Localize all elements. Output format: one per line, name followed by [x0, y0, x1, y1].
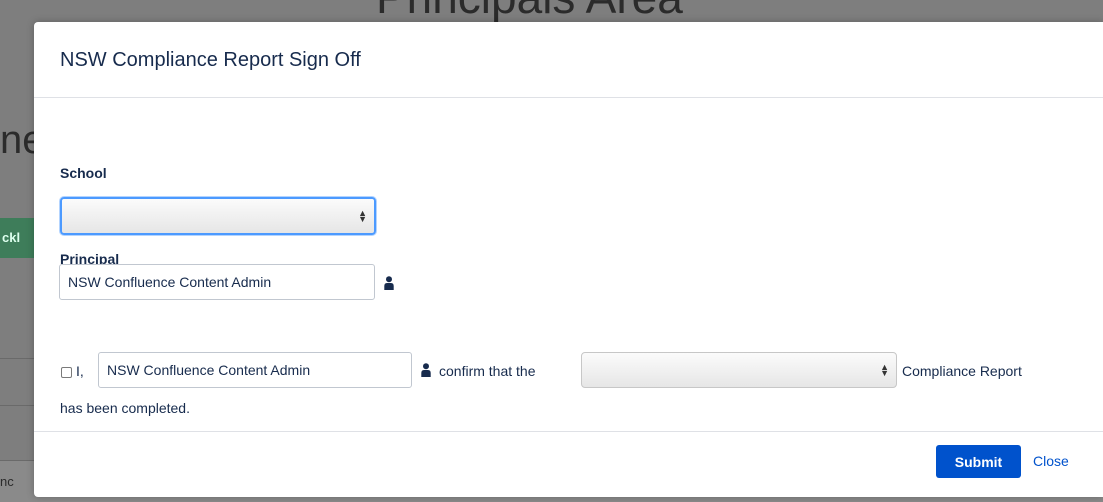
confirm-checkbox[interactable] [61, 367, 72, 378]
principal-field[interactable]: NSW Confluence Content Admin [59, 264, 375, 300]
school-label: School [60, 165, 107, 181]
user-icon[interactable] [421, 363, 431, 377]
submit-button[interactable]: Submit [936, 445, 1021, 478]
dialog-footer: Submit Close [34, 431, 1103, 497]
dialog-body: School ▲ ▼ Principal NSW Confluence Conte… [34, 98, 1103, 432]
confirm-prefix: I, [76, 363, 84, 379]
confirm-name-field[interactable]: NSW Confluence Content Admin [98, 352, 412, 388]
dialog-title: NSW Compliance Report Sign Off [60, 49, 361, 71]
school-select[interactable]: ▲ ▼ [60, 197, 376, 235]
dialog-header: NSW Compliance Report Sign Off [34, 22, 1103, 98]
sign-off-dialog: NSW Compliance Report Sign Off School ▲ ▼… [34, 22, 1103, 497]
confirm-suffix-text: Compliance Report [902, 363, 1022, 379]
user-icon[interactable] [384, 276, 394, 290]
confirm-line2-text: has been completed. [60, 400, 190, 416]
select-caret-icon: ▲ ▼ [358, 208, 367, 224]
background-divider [0, 405, 34, 406]
background-green-button: ckl [0, 218, 34, 258]
report-type-select[interactable]: ▲ ▼ [581, 352, 897, 388]
select-caret-icon: ▲ ▼ [880, 362, 889, 378]
background-page-title: Principals Area [376, 0, 683, 24]
close-link[interactable]: Close [1033, 453, 1069, 469]
background-cell-text: nc [0, 474, 14, 489]
confirm-middle-text: confirm that the [439, 363, 536, 379]
background-divider [0, 358, 34, 359]
